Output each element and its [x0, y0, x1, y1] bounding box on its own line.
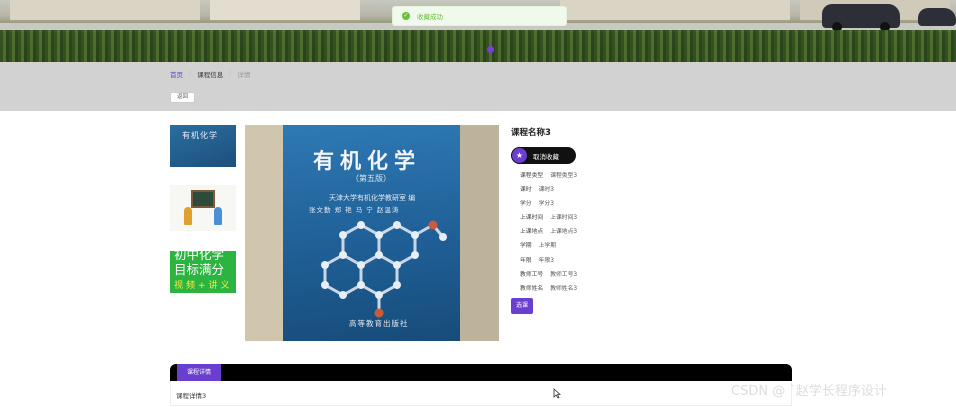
thumbnail-text: 初中化学: [174, 251, 225, 262]
info-key: 教师工号: [520, 271, 544, 278]
molecule-illustration: [321, 220, 447, 318]
info-value: 课程类型3: [550, 173, 578, 179]
info-row: 课程类型 课程类型3: [520, 170, 577, 184]
gallery-thumbnail[interactable]: [170, 185, 236, 231]
info-row: 上课时间 上课时间3: [520, 212, 577, 226]
info-key: 上课时间: [520, 215, 544, 222]
info-row: 学分 学分3: [520, 198, 577, 212]
gallery-thumbnail[interactable]: 初中化学 目标满分 视频+讲义: [170, 251, 236, 293]
cancel-favorite-button[interactable]: ★ 取消收藏: [511, 147, 576, 164]
success-toast: ✓ 收藏成功: [392, 6, 567, 26]
tab-panel: [170, 381, 792, 406]
main-course-image: 有机化学 （第五版） 天津大学有机化学教研室 编 张文勤 郑 艳 马 宁 赵温涛: [245, 125, 499, 341]
info-key: 上课地点: [520, 229, 544, 236]
info-row: 上课地点 上课地点3: [520, 226, 577, 240]
info-value: 教师工号3: [550, 271, 578, 278]
info-key: 年限: [520, 257, 532, 264]
blackboard-illustration: [191, 190, 215, 208]
banner-building: [210, 0, 360, 22]
info-key: 学期: [520, 243, 532, 250]
info-key: 教师姓名: [520, 285, 544, 292]
info-key: 课程类型: [520, 173, 544, 179]
breadcrumb-home-link[interactable]: 首页: [170, 69, 183, 79]
select-course-button[interactable]: 选课: [511, 298, 533, 314]
banner-car: [822, 4, 900, 32]
info-key: 课时: [520, 187, 532, 194]
info-row: 年限 年限3: [520, 255, 577, 269]
breadcrumb-bar: [0, 62, 956, 111]
gallery-thumbnail[interactable]: 有机化学: [170, 125, 236, 167]
breadcrumb-separator: /: [189, 69, 192, 77]
info-value: 年限3: [538, 257, 554, 264]
banner-hedge: [0, 30, 956, 62]
book-press: 高等教育出版社: [349, 319, 409, 328]
info-value: 学分3: [538, 201, 554, 208]
thumbnail-text: 目标满分: [174, 262, 225, 277]
info-value: 上课时间3: [550, 215, 578, 222]
banner-building: [10, 0, 200, 22]
info-row: 学期 上学期: [520, 240, 577, 254]
info-row: 教师姓名 教师姓名3: [520, 283, 577, 297]
breadcrumb-current: 详情: [237, 71, 251, 79]
banner-building: [560, 0, 790, 22]
info-row: 教师工号 教师工号3: [520, 269, 577, 283]
info-value: 课时3: [538, 187, 554, 194]
course-detail-content: 课程详情3: [176, 392, 207, 400]
breadcrumb: 首页 / 课程信息 / 详情: [170, 69, 250, 79]
thumbnail-text: 视频+讲义: [174, 281, 233, 291]
star-icon: ★: [512, 148, 527, 163]
info-value: 教师姓名3: [550, 285, 578, 292]
breadcrumb-section-link[interactable]: 课程信息: [197, 69, 223, 79]
info-row: 课时 课时3: [520, 184, 577, 198]
toast-message: 收藏成功: [417, 13, 443, 21]
page: ✓ 收藏成功 首页 / 课程信息 / 详情 返回 有机化学 初中化学 目标满分 …: [0, 0, 956, 407]
tab-course-detail[interactable]: 课程详情: [177, 364, 221, 381]
favorite-label: 取消收藏: [533, 152, 559, 161]
thumbnail-text: 有机化学: [182, 131, 218, 140]
detail-tab-bar: [170, 364, 792, 381]
info-value: 上学期: [538, 243, 557, 250]
book-cover: 有机化学 （第五版） 天津大学有机化学教研室 编 张文勤 郑 艳 马 宁 赵温涛: [283, 125, 460, 341]
course-info-list: 课程类型 课程类型3 课时 课时3 学分 学分3 上课时间 上课时间3 上课地点 上课地点…: [520, 170, 577, 297]
info-value: 上课地点3: [550, 229, 578, 236]
watermark: CSDN @ `赵学长程序设计: [731, 384, 887, 399]
course-name: 课程名称3: [511, 128, 551, 138]
banner-car: [918, 8, 956, 26]
check-icon: ✓: [402, 12, 410, 20]
mouse-cursor-icon: [553, 388, 561, 399]
breadcrumb-separator: /: [229, 69, 232, 77]
carousel-indicator-dot[interactable]: [487, 46, 494, 53]
info-key: 学分: [520, 201, 532, 208]
back-button[interactable]: 返回: [170, 92, 195, 103]
